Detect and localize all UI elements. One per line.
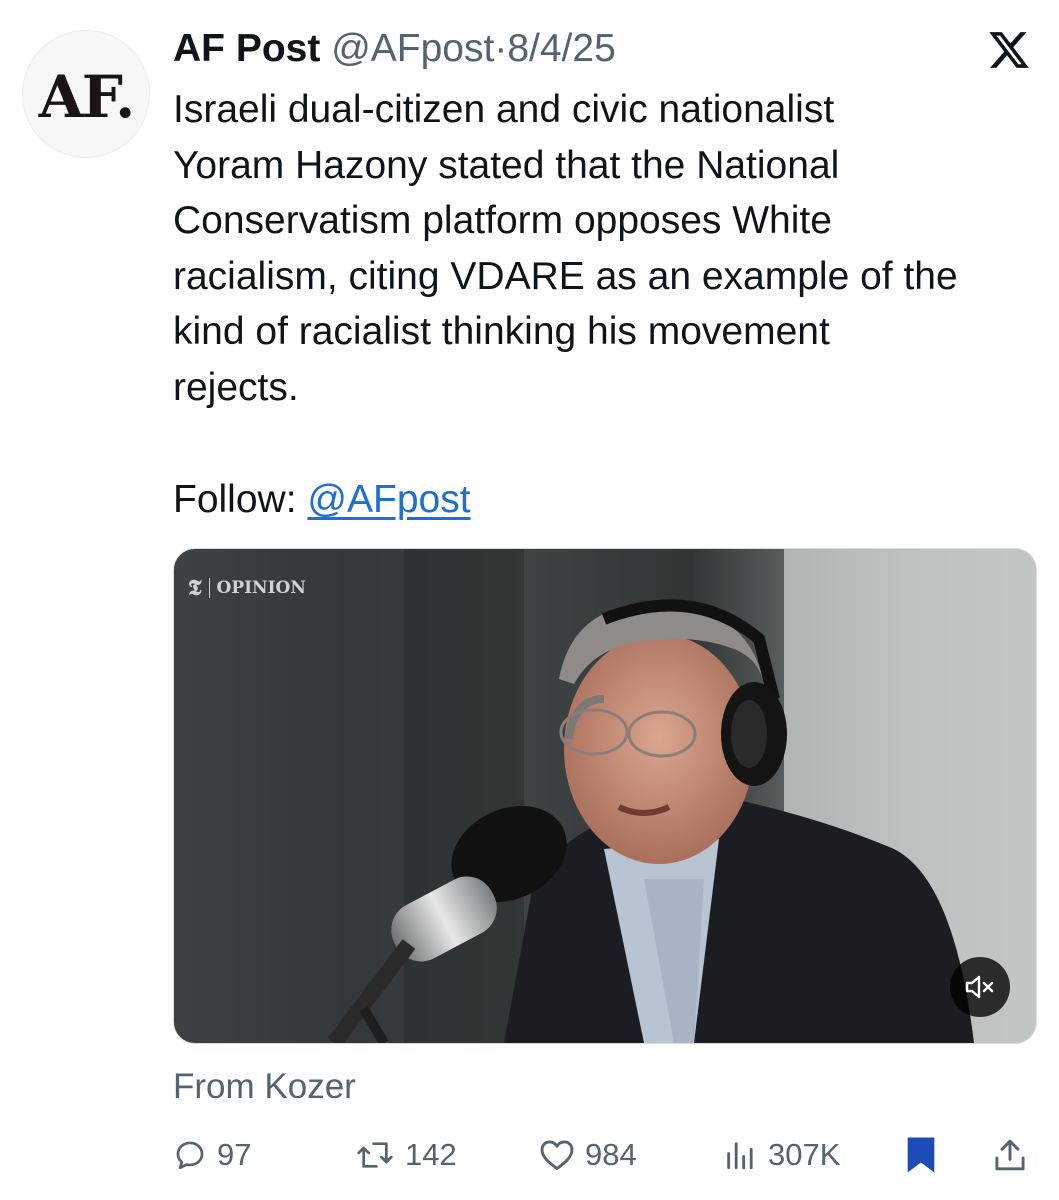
watermark-text: OPINION bbox=[216, 578, 306, 598]
tweet-text-line: Israeli dual-citizen and civic nationali… bbox=[173, 88, 835, 131]
author-handle[interactable]: @AFpost bbox=[331, 27, 494, 70]
heart-icon bbox=[540, 1140, 574, 1170]
tweet-header: AF Post @AFpost·8/4/25 bbox=[173, 24, 616, 74]
reply-count: 97 bbox=[217, 1137, 252, 1172]
views-chart-icon bbox=[727, 1142, 753, 1170]
repost-icon bbox=[357, 1142, 393, 1168]
follow-label: Follow: bbox=[173, 478, 297, 521]
views-count: 307K bbox=[768, 1137, 841, 1172]
follow-handle-link[interactable]: @AFpost bbox=[307, 478, 470, 521]
tweet-date[interactable]: 8/4/25 bbox=[507, 27, 615, 70]
tweet-text: Israeli dual-citizen and civic nationali… bbox=[173, 82, 1043, 415]
mute-button[interactable] bbox=[950, 957, 1010, 1017]
tweet-text-line: kind of racialist thinking his movement bbox=[173, 310, 830, 353]
volume-muted-icon bbox=[965, 975, 994, 999]
x-logo-icon[interactable] bbox=[986, 28, 1032, 72]
like-count: 984 bbox=[585, 1137, 637, 1172]
header-separator: · bbox=[494, 27, 508, 70]
reply-button[interactable]: 97 bbox=[173, 1130, 251, 1180]
author-name[interactable]: AF Post bbox=[173, 27, 320, 70]
share-icon bbox=[995, 1139, 1025, 1171]
avatar-text: AF. bbox=[38, 63, 136, 131]
video-frame-image bbox=[174, 549, 1036, 1043]
video-player[interactable]: 𝕿 OPINION bbox=[173, 548, 1037, 1044]
nyt-logo-icon: 𝕿 bbox=[188, 575, 202, 601]
bookmark-filled-icon bbox=[907, 1137, 935, 1173]
views-button[interactable]: 307K bbox=[722, 1130, 840, 1180]
like-button[interactable]: 984 bbox=[539, 1130, 637, 1180]
bookmark-button[interactable] bbox=[904, 1130, 938, 1180]
media-source-label[interactable]: From Kozer bbox=[173, 1064, 356, 1110]
share-button[interactable] bbox=[994, 1130, 1026, 1180]
repost-count: 142 bbox=[405, 1137, 457, 1172]
watermark-divider bbox=[208, 578, 210, 598]
reply-icon bbox=[176, 1141, 204, 1170]
video-watermark: 𝕿 OPINION bbox=[188, 575, 306, 601]
repost-button[interactable]: 142 bbox=[355, 1130, 457, 1180]
follow-line: Follow: @AFpost bbox=[173, 472, 471, 527]
tweet-text-line: rejects. bbox=[173, 365, 299, 409]
tweet-text-line: racialism, citing VDARE as an example of… bbox=[173, 254, 958, 298]
avatar[interactable]: AF. bbox=[22, 30, 150, 158]
tweet-text-line: Yoram Hazony stated that the National bbox=[173, 143, 840, 187]
tweet-action-bar: 97 142 984 307K bbox=[173, 1130, 1035, 1180]
tweet-text-line: Conservatism platform opposes White bbox=[173, 199, 832, 242]
